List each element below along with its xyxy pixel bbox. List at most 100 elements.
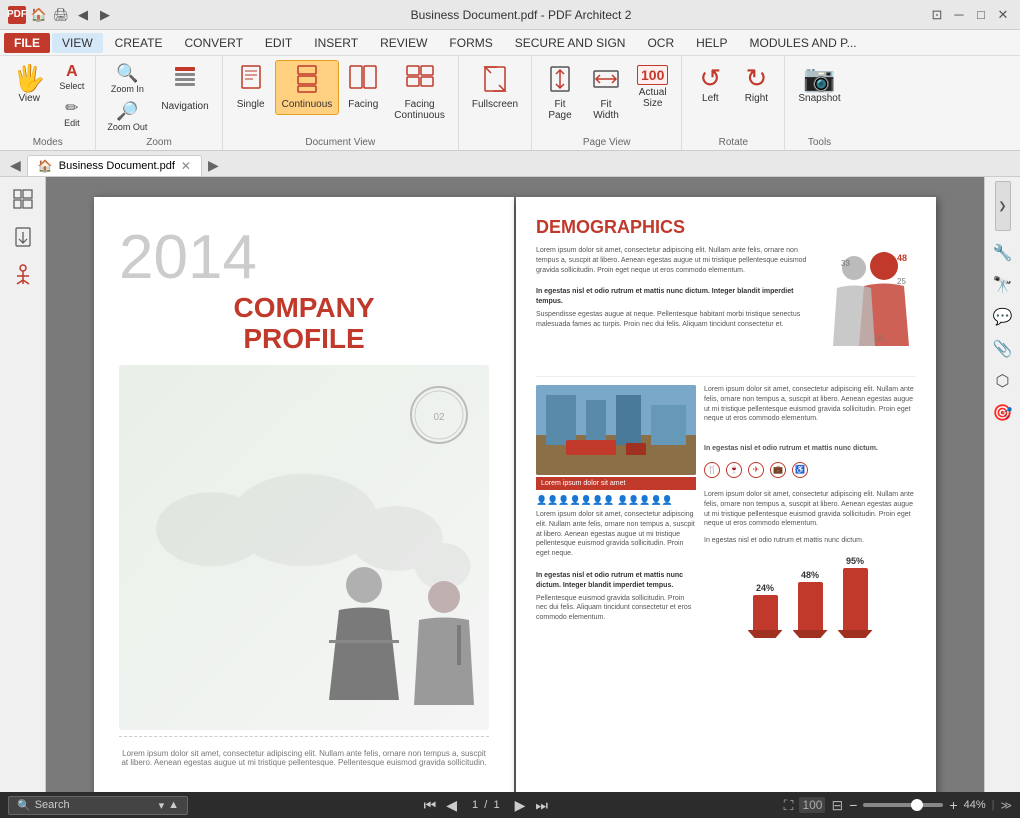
sidebar-bookmark-btn[interactable]: [5, 219, 41, 255]
zoom-out-status-btn[interactable]: −: [849, 797, 857, 813]
menu-insert[interactable]: INSERT: [304, 33, 368, 53]
rotate-right-button[interactable]: ↻ Right: [734, 60, 778, 109]
fit-page-status-btn[interactable]: ⊟: [831, 797, 843, 814]
rotate-right-icon: ↻: [745, 65, 767, 91]
menu-file[interactable]: FILE: [4, 33, 50, 53]
right-comments-btn[interactable]: 💬: [989, 303, 1017, 331]
rotate-label: Rotate: [688, 135, 778, 148]
menu-review[interactable]: REVIEW: [370, 33, 437, 53]
right-sign-btn[interactable]: 🎯: [989, 399, 1017, 427]
photo-caption: Lorem ipsum dolor sit amet: [536, 477, 696, 490]
sidebar-anchor-btn[interactable]: [5, 257, 41, 293]
next-page-btn[interactable]: ▶: [512, 797, 529, 814]
edit-button[interactable]: ✏ Edit: [54, 95, 89, 131]
menu-modules[interactable]: MODULES AND P...: [739, 33, 866, 53]
doc-tab-1[interactable]: 🏠 Business Document.pdf ✕: [27, 155, 202, 176]
facing-continuous-button[interactable]: FacingContinuous: [387, 60, 452, 126]
photo-more-text: Pellentesque euismod gravida sollicitudi…: [536, 594, 696, 623]
zoom-slider[interactable]: [863, 803, 943, 807]
back-icon[interactable]: ◀: [74, 6, 92, 24]
menu-create[interactable]: CREATE: [105, 33, 173, 53]
menu-ocr[interactable]: OCR: [637, 33, 684, 53]
bottom-section: Lorem ipsum dolor sit amet 👤👤👤👤👤👤👤 👤👤👤👤👤…: [536, 385, 916, 777]
close-icon[interactable]: ✕: [994, 6, 1012, 24]
continuous-icon: [295, 65, 319, 97]
select-button[interactable]: A Select: [54, 60, 89, 94]
first-page-btn[interactable]: ⏮: [421, 797, 440, 814]
tab-bar: ◀ 🏠 Business Document.pdf ✕ ▶: [0, 151, 1020, 177]
pageview-label: Page View: [538, 135, 675, 148]
right-attach-btn[interactable]: 📎: [989, 335, 1017, 363]
title-bar: PDF 🏠 🖨 ◀ ▶ Business Document.pdf - PDF …: [0, 0, 1020, 30]
wheelchair-icon: ♿: [792, 462, 808, 478]
actual-pct-btn[interactable]: 100: [799, 797, 825, 813]
percentage-bars: 24% 48%: [704, 556, 916, 638]
right-tools-btn[interactable]: 🔧: [989, 239, 1017, 267]
expand-btn[interactable]: ≫: [1000, 799, 1012, 812]
ribbon-group-rotate: ↺ Left ↻ Right Rotate: [682, 56, 785, 150]
tab-close-button[interactable]: ✕: [181, 159, 191, 173]
tab-right-nav[interactable]: ▶: [202, 155, 225, 176]
rotate-right-label: Right: [745, 93, 768, 104]
menu-help[interactable]: HELP: [686, 33, 737, 53]
last-page-btn[interactable]: ⏭: [532, 797, 551, 814]
fullscreen-button[interactable]: Fullscreen: [465, 60, 525, 115]
bar-24: 24%: [748, 583, 783, 638]
zoom-in-label: Zoom In: [111, 84, 144, 94]
menu-convert[interactable]: CONVERT: [174, 33, 252, 53]
right-search-btn[interactable]: 🔭: [989, 271, 1017, 299]
print-icon[interactable]: 🖨: [52, 6, 70, 24]
tab-left-nav[interactable]: ◀: [4, 155, 27, 176]
actual-size-icon: 100: [637, 65, 668, 85]
menu-forms[interactable]: FORMS: [439, 33, 502, 53]
menu-edit[interactable]: EDIT: [255, 33, 302, 53]
maximize-icon[interactable]: □: [972, 6, 990, 24]
document-view[interactable]: 2014 COMPANY PROFILE: [46, 177, 984, 792]
zoom-in-icon: 🔍: [116, 63, 138, 84]
prev-page-btn[interactable]: ◀: [443, 797, 460, 814]
ribbon-group-docview: Single Continuous Facing FacingContinuou…: [223, 56, 459, 150]
single-button[interactable]: Single: [229, 60, 273, 115]
amenities-icons: 🍴 🍷 ✈ 💼 ♿: [704, 462, 916, 478]
divider-line: [119, 736, 489, 737]
actual-size-button[interactable]: 100 ActualSize: [630, 60, 675, 114]
rotate-left-label: Left: [702, 93, 719, 104]
restore-down-icon[interactable]: ⊡: [928, 6, 946, 24]
fit-page-button[interactable]: FitPage: [538, 60, 582, 126]
zoom-in-button[interactable]: 🔍 Zoom In: [102, 60, 152, 97]
right-panel-collapse[interactable]: ❯: [995, 181, 1011, 231]
minimize-icon[interactable]: ─: [950, 6, 968, 24]
fit-width-button[interactable]: FitWidth: [584, 60, 628, 126]
search-dropdown-icon[interactable]: ▾: [159, 799, 165, 812]
zoom-in-out-col: 🔍 Zoom In 🔎 Zoom Out: [102, 60, 152, 135]
facing-button[interactable]: Facing: [341, 60, 385, 115]
view-button[interactable]: 🖐 View: [6, 60, 52, 109]
zoom-in-status-btn[interactable]: +: [949, 797, 957, 813]
sidebar-thumbnail-btn[interactable]: [5, 181, 41, 217]
main-area: 2014 COMPANY PROFILE: [0, 177, 1020, 792]
pdf-logo: PDF: [8, 6, 26, 24]
fullscreen-icon: [483, 65, 507, 97]
bar-48: 48%: [793, 570, 828, 638]
fit-view-btn[interactable]: ⛶: [784, 797, 794, 814]
navigation-button[interactable]: Navigation: [154, 60, 215, 117]
home-icon[interactable]: 🏠: [30, 6, 48, 24]
snapshot-button[interactable]: 📷 Snapshot: [791, 60, 847, 109]
status-bar: 🔍 Search ▾ ▲ ⏮ ◀ 1 / 1 ▶ ⏭ ⛶ 100 ⊟ − + 4…: [0, 792, 1020, 818]
interior-photo: [536, 385, 696, 475]
zoom-slider-thumb[interactable]: [911, 799, 923, 811]
zoom-out-button[interactable]: 🔎 Zoom Out: [102, 98, 152, 135]
pageview-buttons: FitPage FitWidth 100 ActualSize: [538, 60, 675, 135]
forward-icon[interactable]: ▶: [96, 6, 114, 24]
right-layers-btn[interactable]: ⬡: [989, 367, 1017, 395]
single-label: Single: [237, 99, 265, 110]
menu-view[interactable]: VIEW: [52, 33, 103, 53]
menu-secure[interactable]: SECURE AND SIGN: [505, 33, 636, 53]
search-up-icon[interactable]: ▲: [168, 799, 179, 811]
plane-icon: ✈: [748, 462, 764, 478]
search-box[interactable]: 🔍 Search ▾ ▲: [8, 796, 188, 815]
rotate-left-button[interactable]: ↺ Left: [688, 60, 732, 109]
continuous-button[interactable]: Continuous: [275, 60, 340, 115]
doc-page-right: DEMOGRAPHICS Lorem ipsum dolor sit amet,…: [516, 197, 936, 792]
edit-icon: ✏: [65, 98, 78, 118]
